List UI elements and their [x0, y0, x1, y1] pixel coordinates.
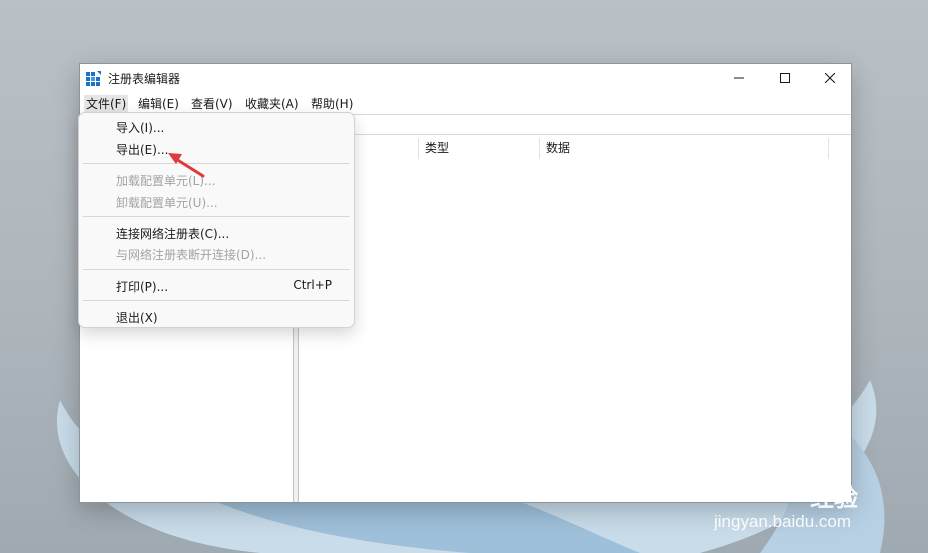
menu-item-disconnect-network: 与网络注册表断开连接(D)...	[116, 248, 267, 262]
menu-separator	[83, 163, 350, 164]
baidu-watermark: Baidu 经验 jingyan.baidu.com	[712, 470, 912, 540]
minimize-button[interactable]	[716, 64, 762, 92]
menu-favorites[interactable]: 收藏夹(A)	[243, 95, 301, 112]
menu-edit[interactable]: 编辑(E)	[136, 95, 181, 112]
title-bar[interactable]: 注册表编辑器	[80, 64, 851, 92]
menu-file[interactable]: 文件(F)	[84, 95, 129, 112]
menu-bar: 文件(F) 编辑(E) 查看(V) 收藏夹(A) 帮助(H)	[80, 93, 851, 113]
menu-view[interactable]: 查看(V)	[189, 95, 235, 112]
menu-help[interactable]: 帮助(H)	[309, 95, 355, 112]
menu-item-import[interactable]: 导入(I)...	[116, 119, 164, 136]
menu-item-print[interactable]: 打印(P)...	[116, 278, 168, 295]
menu-item-export[interactable]: 导出(E)...	[116, 141, 168, 158]
menu-item-exit[interactable]: 退出(X)	[116, 309, 158, 326]
maximize-button[interactable]	[762, 64, 808, 92]
watermark-url: jingyan.baidu.com	[714, 512, 852, 531]
column-header-type[interactable]: 类型	[419, 136, 539, 160]
menu-item-connect-network[interactable]: 连接网络注册表(C)...	[116, 225, 229, 242]
menu-item-unload-hive: 卸载配置单元(U)...	[116, 196, 218, 210]
close-button[interactable]	[807, 64, 853, 92]
print-shortcut: Ctrl+P	[293, 278, 332, 292]
column-separator[interactable]	[828, 138, 829, 159]
registry-app-icon	[86, 71, 101, 86]
menu-item-load-hive: 加载配置单元(L)...	[116, 174, 216, 188]
menu-separator	[83, 300, 350, 301]
close-icon	[825, 73, 835, 83]
values-list-pane[interactable]: 类型 数据	[299, 136, 851, 502]
column-header-data[interactable]: 数据	[540, 136, 828, 160]
window-title: 注册表编辑器	[108, 72, 181, 86]
watermark-brand-cn: 经验	[810, 485, 858, 512]
watermark-brand: Baidu	[712, 476, 790, 507]
maximize-icon	[780, 73, 790, 83]
minimize-icon	[734, 77, 744, 79]
menu-separator	[83, 216, 350, 217]
file-menu-dropdown: 导入(I)... 导出(E)... 加载配置单元(L)... 卸载配置单元(U)…	[78, 112, 355, 328]
menu-separator	[83, 269, 350, 270]
